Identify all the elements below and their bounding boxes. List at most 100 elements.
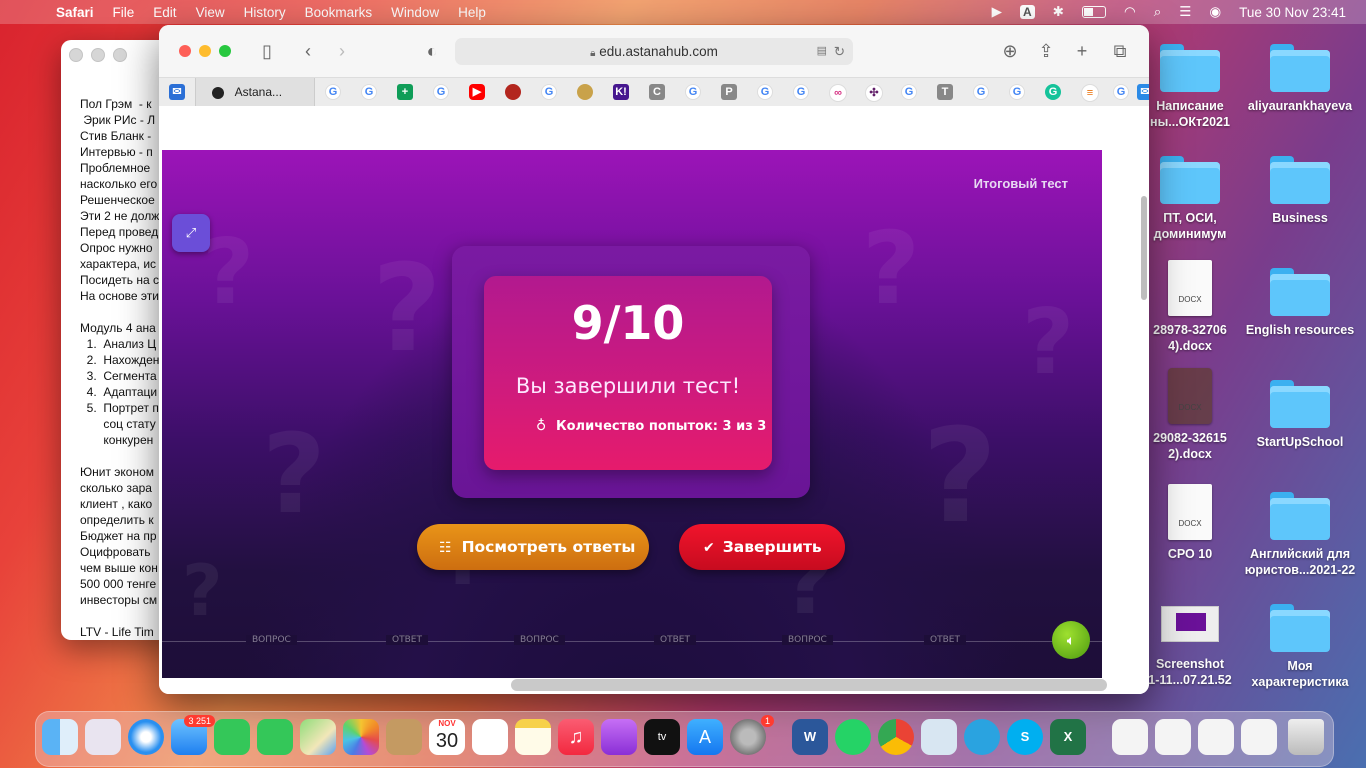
privacy-shield-icon[interactable]: ◐ xyxy=(421,40,443,62)
new-tab-icon[interactable]: + xyxy=(1071,40,1093,62)
siri-icon[interactable]: ◉ xyxy=(1209,4,1221,20)
reminders-icon[interactable] xyxy=(472,719,508,755)
sound-button[interactable]: 🔈︎ xyxy=(1052,621,1090,659)
app-store-icon[interactable]: A xyxy=(687,719,723,755)
chrome-icon[interactable] xyxy=(878,719,914,755)
tab-astana[interactable]: Astana... xyxy=(195,78,315,106)
google-tab-icon[interactable]: G xyxy=(1113,84,1129,100)
forward-icon[interactable]: › xyxy=(331,40,353,62)
horizontal-scrollbar[interactable] xyxy=(511,679,1107,691)
search-icon[interactable]: ⌕ xyxy=(1154,4,1162,20)
trash-icon[interactable] xyxy=(1288,719,1324,755)
podcasts-icon[interactable] xyxy=(601,719,637,755)
menubar-clock[interactable]: Tue 30 Nov 23:41 xyxy=(1239,5,1346,20)
system-preferences-icon[interactable]: 1 xyxy=(730,715,774,755)
fullscreen-button[interactable]: ⤢ xyxy=(172,214,210,252)
maps-icon[interactable] xyxy=(300,719,336,755)
recent-document-thumbnail[interactable] xyxy=(1198,719,1234,755)
menu-view[interactable]: View xyxy=(196,5,225,20)
bluetooth-icon[interactable]: ✱ xyxy=(1053,4,1064,20)
sheets-tab-icon[interactable]: + xyxy=(397,84,413,100)
input-source-icon[interactable]: A xyxy=(1019,5,1035,19)
finish-button[interactable]: ✔ Завершить xyxy=(679,524,845,570)
preview-icon[interactable] xyxy=(921,719,957,755)
layers-tab-icon[interactable]: ≡ xyxy=(1081,84,1099,102)
minimize-button[interactable] xyxy=(91,48,105,62)
play-icon[interactable]: ▶ xyxy=(992,4,1002,20)
close-button[interactable] xyxy=(179,45,191,57)
menu-app-name[interactable]: Safari xyxy=(56,5,94,20)
recent-document-thumbnail[interactable] xyxy=(1241,719,1277,755)
vertical-scrollbar[interactable] xyxy=(1141,196,1147,300)
safari-icon[interactable] xyxy=(128,719,164,755)
back-icon[interactable]: ‹ xyxy=(297,40,319,62)
telegram-icon[interactable] xyxy=(964,719,1000,755)
zoom-button[interactable] xyxy=(113,48,127,62)
desktop-item[interactable]: StartUpSchool xyxy=(1240,380,1360,450)
menu-file[interactable]: File xyxy=(113,5,135,20)
menu-bookmarks[interactable]: Bookmarks xyxy=(305,5,373,20)
google-tab-icon[interactable]: G xyxy=(793,84,809,100)
desktop-item[interactable]: Business xyxy=(1240,156,1360,226)
translate-icon[interactable]: ▤ xyxy=(817,38,827,65)
recent-document-thumbnail[interactable] xyxy=(1112,719,1148,755)
finder-icon[interactable] xyxy=(42,719,78,755)
menu-edit[interactable]: Edit xyxy=(153,5,176,20)
google-tab-icon[interactable]: G xyxy=(901,84,917,100)
google-tab-icon[interactable]: G xyxy=(1009,84,1025,100)
contacts-icon[interactable] xyxy=(386,719,422,755)
mail-tab-icon[interactable]: ✉ xyxy=(169,84,185,100)
battery-icon[interactable] xyxy=(1081,6,1106,18)
desktop-item[interactable]: aliyaurankhayeva xyxy=(1240,44,1360,114)
calendar-icon[interactable]: NOV 30 xyxy=(429,719,465,755)
word-icon[interactable]: W xyxy=(792,719,828,755)
document-text[interactable]: Пол Грэм - к Эрик РИс - Л Стив Бланк - И… xyxy=(80,96,159,640)
minimize-button[interactable] xyxy=(199,45,211,57)
t-tab-icon[interactable]: T xyxy=(937,84,953,100)
view-answers-button[interactable]: ☷ Посмотреть ответы xyxy=(417,524,649,570)
sidebar-icon[interactable]: ▯ xyxy=(256,40,278,62)
wifi-icon[interactable]: ◠ xyxy=(1124,4,1136,20)
emblem-tab-icon[interactable] xyxy=(577,84,593,100)
skype-icon[interactable]: S xyxy=(1007,719,1043,755)
close-button[interactable] xyxy=(69,48,83,62)
p-tab-icon[interactable]: P xyxy=(721,84,737,100)
messages-icon[interactable] xyxy=(257,719,293,755)
youtube-tab-icon[interactable]: ▶ xyxy=(469,84,485,100)
google-tab-icon[interactable]: G xyxy=(685,84,701,100)
tab-overview-icon[interactable]: ⧉ xyxy=(1109,40,1131,62)
notes-icon[interactable] xyxy=(515,719,551,755)
menu-help[interactable]: Help xyxy=(458,5,486,20)
menu-window[interactable]: Window xyxy=(391,5,439,20)
photos-icon[interactable] xyxy=(343,719,379,755)
whatsapp-icon[interactable] xyxy=(835,719,871,755)
google-tab-icon[interactable]: G xyxy=(757,84,773,100)
excel-icon[interactable]: X xyxy=(1050,719,1086,755)
control-center-icon[interactable]: ☰ xyxy=(1179,4,1191,20)
menu-history[interactable]: History xyxy=(244,5,286,20)
google-tab-icon[interactable]: G xyxy=(541,84,557,100)
music-icon[interactable]: ♫ xyxy=(558,719,594,755)
grammarly-tab-icon[interactable]: G xyxy=(1045,84,1061,100)
desktop-item[interactable]: Английский для юристов...2021-22 xyxy=(1240,492,1360,578)
share-icon[interactable]: ⇪ xyxy=(1035,40,1057,62)
c-tab-icon[interactable]: C xyxy=(649,84,665,100)
desktop-item[interactable]: Моя характеристика xyxy=(1240,604,1360,690)
desktop-item[interactable]: English resources xyxy=(1240,268,1360,338)
address-bar[interactable]: 🔒︎ edu.astanahub.com ▤ ↻ xyxy=(455,38,853,65)
google-tab-icon[interactable]: G xyxy=(973,84,989,100)
mail2-tab-icon[interactable]: ✉ xyxy=(1137,84,1149,100)
downloads-icon[interactable]: ⊕ xyxy=(999,40,1021,62)
pink-tab-icon[interactable]: ∞ xyxy=(829,84,847,102)
kahoot-tab-icon[interactable]: K! xyxy=(613,84,629,100)
launchpad-icon[interactable] xyxy=(85,719,121,755)
google-tab-icon[interactable]: G xyxy=(433,84,449,100)
google-tab-icon[interactable]: G xyxy=(361,84,377,100)
reload-icon[interactable]: ↻ xyxy=(834,38,845,65)
apple-tv-icon[interactable]: tv xyxy=(644,719,680,755)
google-tab-icon[interactable]: G xyxy=(325,84,341,100)
zoom-button[interactable] xyxy=(219,45,231,57)
facetime-icon[interactable] xyxy=(214,719,250,755)
recent-document-thumbnail[interactable] xyxy=(1155,719,1191,755)
red-circle-tab-icon[interactable] xyxy=(505,84,521,100)
